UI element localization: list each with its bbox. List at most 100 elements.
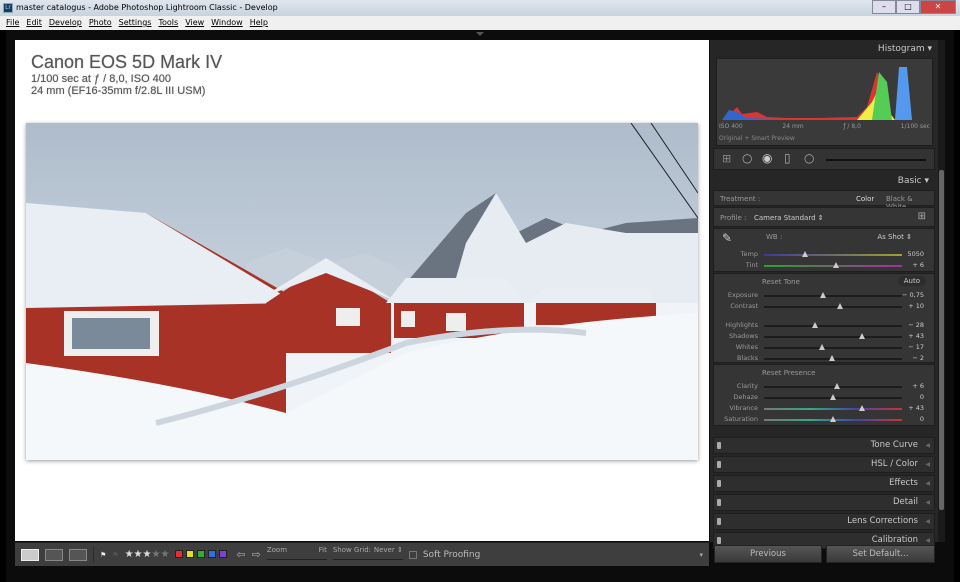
color-labels[interactable]: [175, 549, 230, 560]
slider-value[interactable]: − 28: [908, 321, 924, 329]
radial-filter-icon[interactable]: ○: [804, 151, 814, 165]
slider-temp[interactable]: Temp 5050: [714, 249, 934, 260]
panel-effects[interactable]: Effects: [713, 475, 935, 492]
before-after-lr-button[interactable]: [45, 548, 63, 561]
close-button[interactable]: ✕: [920, 0, 956, 14]
grid-select[interactable]: Never ⇕: [374, 546, 403, 554]
spot-removal-icon[interactable]: ○: [742, 151, 752, 165]
slider-value[interactable]: + 6: [912, 261, 924, 269]
reset-tone-button[interactable]: Reset Tone: [762, 278, 800, 286]
wb-eyedropper-icon[interactable]: ✎: [722, 231, 732, 245]
color-label-swatch[interactable]: [186, 549, 195, 558]
slider-value[interactable]: − 2: [912, 354, 924, 362]
menu-develop[interactable]: Develop: [49, 16, 82, 30]
menu-settings[interactable]: Settings: [119, 16, 152, 30]
star-icon[interactable]: ★: [125, 549, 134, 560]
slider-value[interactable]: 0: [920, 415, 924, 423]
before-after-tb-button[interactable]: [69, 548, 87, 561]
flag-reject-icon[interactable]: ⚑: [112, 551, 118, 559]
menu-help[interactable]: Help: [250, 16, 268, 30]
slider-value[interactable]: 0: [920, 393, 924, 401]
slider-contrast[interactable]: Contrast + 10: [714, 301, 934, 312]
star-icon[interactable]: ★: [134, 549, 143, 560]
slider-track[interactable]: [764, 347, 902, 349]
toolbar-menu-icon[interactable]: ▾: [699, 551, 703, 559]
loupe-view-button[interactable]: [21, 548, 39, 561]
star-icon[interactable]: ★: [160, 549, 169, 560]
slider-thumb[interactable]: [812, 322, 819, 328]
slider-thumb[interactable]: [832, 262, 839, 268]
profile-select[interactable]: Camera Standard ⇕: [754, 214, 824, 222]
slider-value[interactable]: + 10: [908, 302, 924, 310]
histogram[interactable]: ISO 400 24 mm ƒ / 8,0 1/100 sec Original + …: [716, 58, 933, 146]
slider-thumb[interactable]: [834, 383, 841, 389]
panel-tone-curve[interactable]: Tone Curve: [713, 437, 935, 454]
slider-value[interactable]: + 6: [912, 382, 924, 390]
zoom-slider[interactable]: [266, 558, 327, 560]
reset-presence-button[interactable]: Reset Presence: [762, 369, 815, 377]
top-panel-toggle-icon[interactable]: [476, 32, 484, 36]
set-default-button[interactable]: Set Default...: [826, 545, 935, 563]
slider-clarity[interactable]: Clarity + 6: [714, 381, 934, 392]
treatment-color[interactable]: Color: [856, 195, 874, 203]
slider-thumb[interactable]: [830, 394, 836, 400]
slider-whites[interactable]: Whites − 17: [714, 342, 934, 353]
slider-blacks[interactable]: Blacks − 2: [714, 353, 934, 364]
slider-value[interactable]: 5050: [907, 250, 924, 258]
slider-track[interactable]: [764, 295, 902, 297]
slider-value[interactable]: − 0,75: [902, 291, 924, 299]
graduated-filter-icon[interactable]: ▯: [784, 151, 791, 165]
slider-thumb[interactable]: [820, 292, 827, 298]
wb-select[interactable]: As Shot ⇕: [877, 233, 912, 241]
slider-vibrance[interactable]: Vibrance + 43: [714, 403, 934, 414]
slider-shadows[interactable]: Shadows + 43: [714, 331, 934, 342]
basic-header[interactable]: Basic ▾: [713, 172, 935, 190]
slider-value[interactable]: + 43: [908, 332, 924, 340]
slider-highlights[interactable]: Highlights − 28: [714, 320, 934, 331]
slider-exposure[interactable]: Exposure − 0,75: [714, 290, 934, 301]
auto-button[interactable]: Auto: [897, 276, 926, 286]
panel-hsl-color[interactable]: HSL / Color: [713, 456, 935, 473]
color-label-swatch[interactable]: [175, 549, 184, 558]
menu-file[interactable]: File: [6, 16, 19, 30]
arrow-right-icon[interactable]: ⇨: [252, 548, 261, 561]
slider-thumb[interactable]: [836, 303, 843, 309]
color-label-swatch[interactable]: [219, 549, 228, 558]
slider-thumb[interactable]: [818, 344, 825, 350]
rating-stars[interactable]: ★★★★★: [125, 549, 170, 560]
panel-detail[interactable]: Detail: [713, 494, 935, 511]
slider-value[interactable]: − 17: [908, 343, 924, 351]
slider-thumb[interactable]: [828, 355, 835, 361]
slider-saturation[interactable]: Saturation 0: [714, 414, 934, 425]
menu-photo[interactable]: Photo: [89, 16, 112, 30]
menu-window[interactable]: Window: [211, 16, 243, 30]
slider-track[interactable]: [764, 336, 902, 338]
crop-tool-icon[interactable]: ⊞: [722, 152, 731, 165]
zoom-control[interactable]: Zoom Fit: [266, 546, 327, 564]
previous-button[interactable]: Previous: [714, 545, 822, 563]
panel-lens-corrections[interactable]: Lens Corrections: [713, 513, 935, 530]
show-grid-control[interactable]: Show Grid: Never ⇕: [332, 546, 403, 564]
scrollbar-thumb[interactable]: [939, 170, 944, 510]
slider-value[interactable]: + 43: [908, 404, 924, 412]
photo[interactable]: [26, 123, 698, 460]
color-label-swatch[interactable]: [208, 549, 217, 558]
slider-track[interactable]: [764, 254, 902, 256]
slider-track[interactable]: [764, 306, 902, 308]
grid-slider[interactable]: [332, 558, 403, 560]
soft-proofing-checkbox[interactable]: [408, 550, 417, 559]
slider-track[interactable]: [764, 408, 902, 410]
brush-slider[interactable]: [826, 159, 926, 161]
slider-thumb[interactable]: [802, 251, 809, 257]
maximize-button[interactable]: □: [896, 0, 920, 14]
slider-thumb[interactable]: [858, 405, 865, 411]
color-label-swatch[interactable]: [197, 549, 206, 558]
profile-browser-icon[interactable]: ⊞: [918, 211, 926, 222]
right-panel-scrollbar[interactable]: [938, 40, 945, 542]
slider-thumb[interactable]: [830, 416, 836, 422]
slider-track[interactable]: [764, 386, 902, 388]
slider-thumb[interactable]: [858, 333, 865, 339]
flag-pick-icon[interactable]: ⚑: [100, 551, 106, 559]
minimize-button[interactable]: –: [872, 0, 896, 14]
menu-tools[interactable]: Tools: [158, 16, 178, 30]
